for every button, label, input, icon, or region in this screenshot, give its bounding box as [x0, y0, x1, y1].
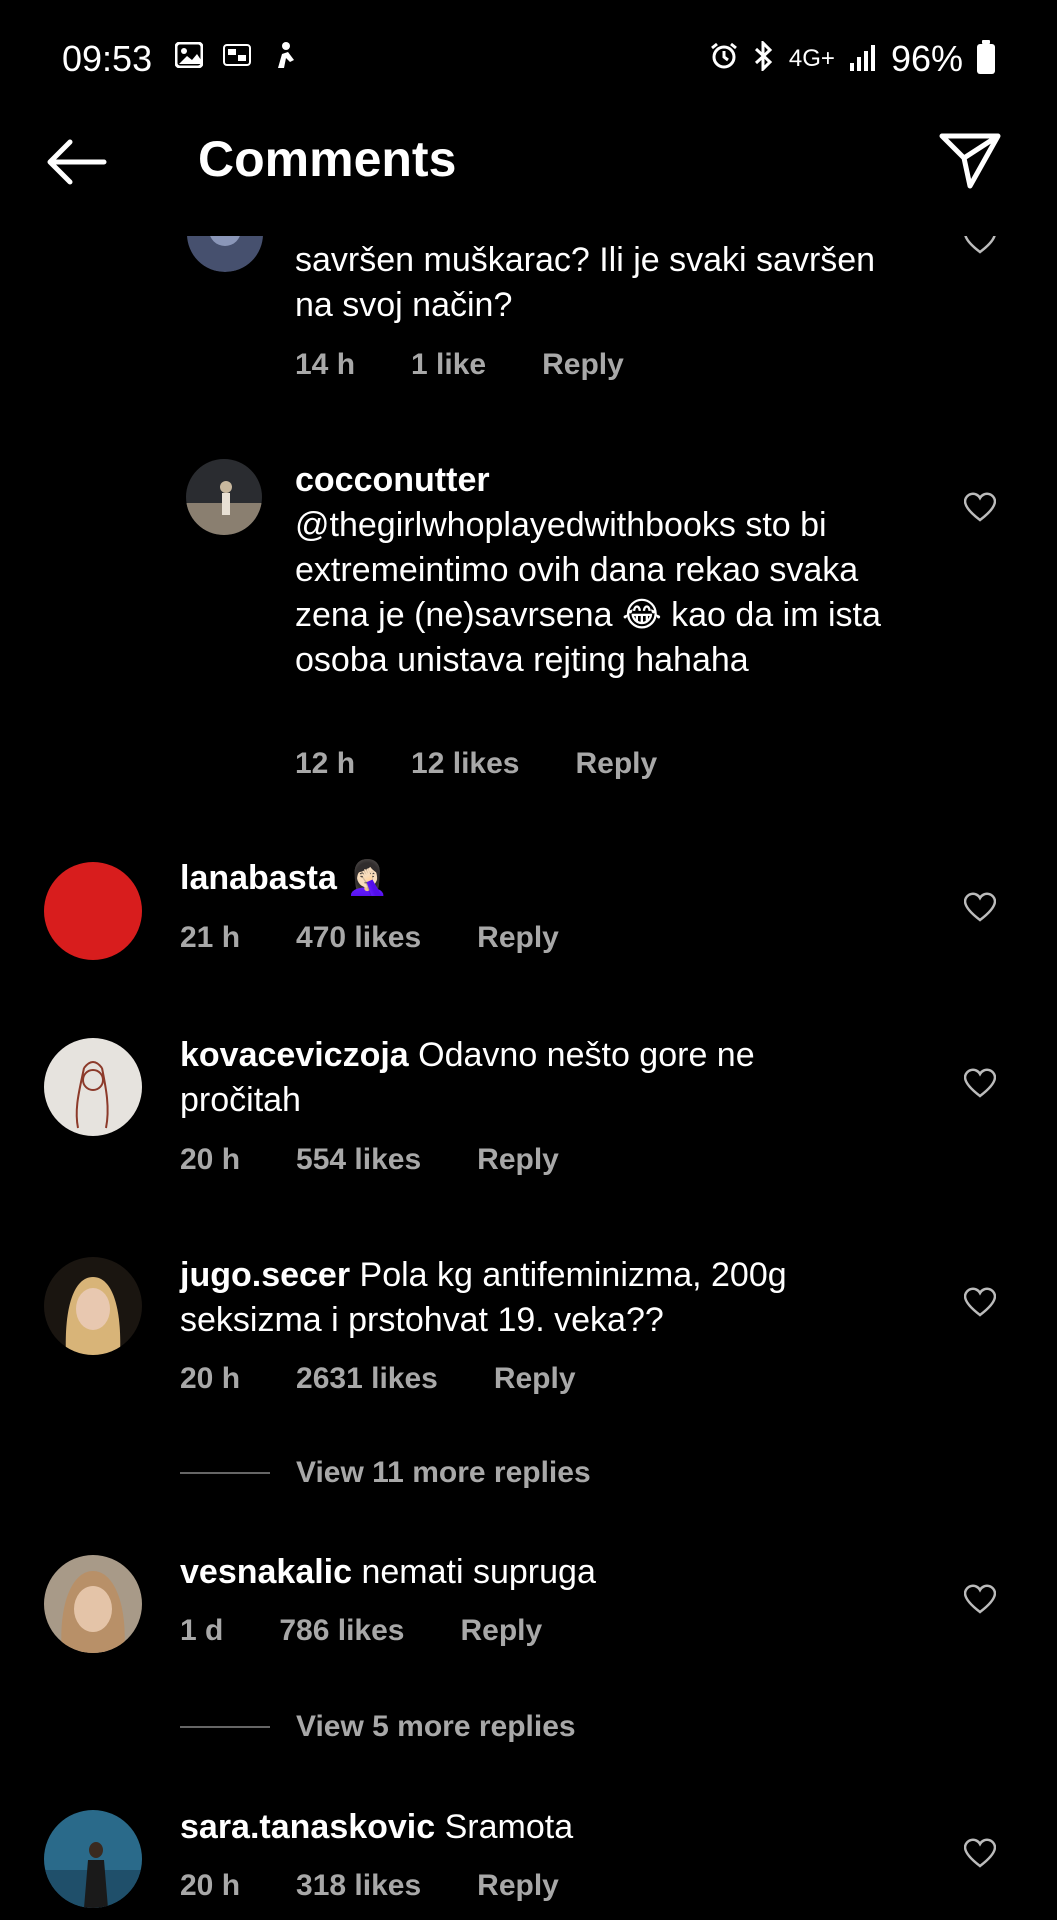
comment-meta: 1 d 786 likes Reply [180, 1614, 598, 1648]
comment-body: lanabasta 🤦🏻‍♀️ [180, 856, 900, 901]
battery-percent: 96% [890, 38, 963, 79]
view-more-replies-label: View 11 more replies [296, 1456, 591, 1489]
comment-likes[interactable]: 786 likes [279, 1614, 404, 1648]
comment-meta: 14 h 1 like Reply [295, 348, 680, 382]
heart-icon[interactable] [964, 236, 996, 254]
comment-time: 12 h [295, 747, 356, 780]
reply-button[interactable]: Reply [542, 348, 624, 382]
heart-icon[interactable] [963, 1068, 997, 1098]
reply-button[interactable]: Reply [477, 1143, 559, 1177]
comment-time: 20 h [180, 1143, 241, 1176]
comment-body: cocconutter @thegirlwhoplayedwithbooks s… [295, 458, 915, 683]
view-more-replies-label: View 5 more replies [296, 1710, 576, 1743]
comment-time: 20 h [180, 1362, 241, 1395]
comment-likes[interactable]: 12 likes [411, 747, 519, 781]
heart-icon[interactable] [963, 1287, 997, 1317]
bluetooth-icon [753, 38, 775, 80]
reply-button[interactable]: Reply [460, 1614, 542, 1648]
comment-time: 20 h [180, 1869, 241, 1902]
comment-likes[interactable]: 470 likes [296, 921, 421, 955]
comment-likes[interactable]: 554 likes [296, 1143, 421, 1177]
comment-meta: 20 h 554 likes Reply [180, 1143, 615, 1177]
comment-text: nemati supruga [361, 1553, 596, 1591]
status-left-icons [174, 40, 300, 70]
signal-icon [849, 38, 877, 80]
view-more-replies-button[interactable]: View 5 more replies [180, 1710, 576, 1744]
comment-text: @thegirlwhoplayedwithbooks sto bi extrem… [295, 506, 881, 679]
alarm-icon [709, 38, 739, 80]
comment-text: Sramota [444, 1808, 574, 1846]
comment-username[interactable]: jugo.secer [180, 1256, 350, 1294]
comment-username[interactable]: kovaceviczoja [180, 1036, 409, 1074]
comment-meta: 21 h 470 likes Reply [180, 921, 615, 955]
avatar[interactable] [44, 1038, 142, 1136]
avatar[interactable] [44, 1810, 142, 1908]
page-six-icon [222, 40, 252, 70]
comment-time: 14 h [295, 348, 356, 381]
comment-time: 1 d [180, 1614, 224, 1647]
comment-text: 🤦🏻‍♀️ [346, 859, 389, 897]
heart-icon[interactable] [963, 1584, 997, 1614]
comment-text: savršen muškarac? Ili je svaki savršen n… [295, 241, 876, 324]
app-notification-icon [270, 40, 300, 70]
share-send-icon[interactable] [938, 130, 1002, 190]
avatar[interactable] [44, 1555, 142, 1653]
comment-meta: 12 h 12 likes Reply [295, 747, 713, 781]
comment-username[interactable]: cocconutter [295, 461, 490, 499]
gallery-icon [174, 40, 204, 70]
comment-username[interactable]: sara.tanaskovic [180, 1808, 435, 1846]
comment-body: jugo.secer Pola kg antifeminizma, 200g s… [180, 1253, 900, 1343]
comment-body: sara.tanaskovic Sramota [180, 1805, 900, 1850]
comment-time: 21 h [180, 921, 241, 954]
reply-button[interactable]: Reply [477, 1869, 559, 1903]
status-bar: 09:53 4G+ 96% [0, 0, 1057, 115]
page-title: Comments [198, 131, 457, 187]
back-arrow-icon[interactable] [44, 138, 108, 186]
battery-icon [977, 40, 995, 74]
comment-likes[interactable]: 2631 likes [296, 1362, 438, 1396]
comment-body: kovaceviczoja Odavno nešto gore ne proči… [180, 1033, 860, 1123]
avatar[interactable] [186, 236, 264, 272]
avatar[interactable] [44, 862, 142, 960]
network-icon: 4G+ [788, 45, 835, 72]
view-more-replies-button[interactable]: View 11 more replies [180, 1456, 591, 1490]
comment-likes[interactable]: 318 likes [296, 1869, 421, 1903]
reply-button[interactable]: Reply [494, 1362, 576, 1396]
divider [180, 1472, 270, 1474]
reply-button[interactable]: Reply [575, 747, 657, 781]
avatar[interactable] [186, 459, 262, 535]
comment-likes[interactable]: 1 like [411, 348, 486, 382]
heart-icon[interactable] [963, 492, 997, 522]
comment-meta: 20 h 2631 likes Reply [180, 1362, 632, 1396]
heart-icon[interactable] [963, 1838, 997, 1868]
comment-body: vesnakalic nemati supruga [180, 1550, 900, 1595]
heart-icon[interactable] [963, 892, 997, 922]
status-right: 4G+ 96% [709, 38, 995, 80]
divider [180, 1726, 270, 1728]
avatar[interactable] [44, 1257, 142, 1355]
comment-username[interactable]: lanabasta [180, 859, 337, 897]
reply-button[interactable]: Reply [477, 921, 559, 955]
comment-meta: 20 h 318 likes Reply [180, 1869, 615, 1903]
comment-username[interactable]: vesnakalic [180, 1553, 352, 1591]
status-time: 09:53 [62, 38, 153, 79]
